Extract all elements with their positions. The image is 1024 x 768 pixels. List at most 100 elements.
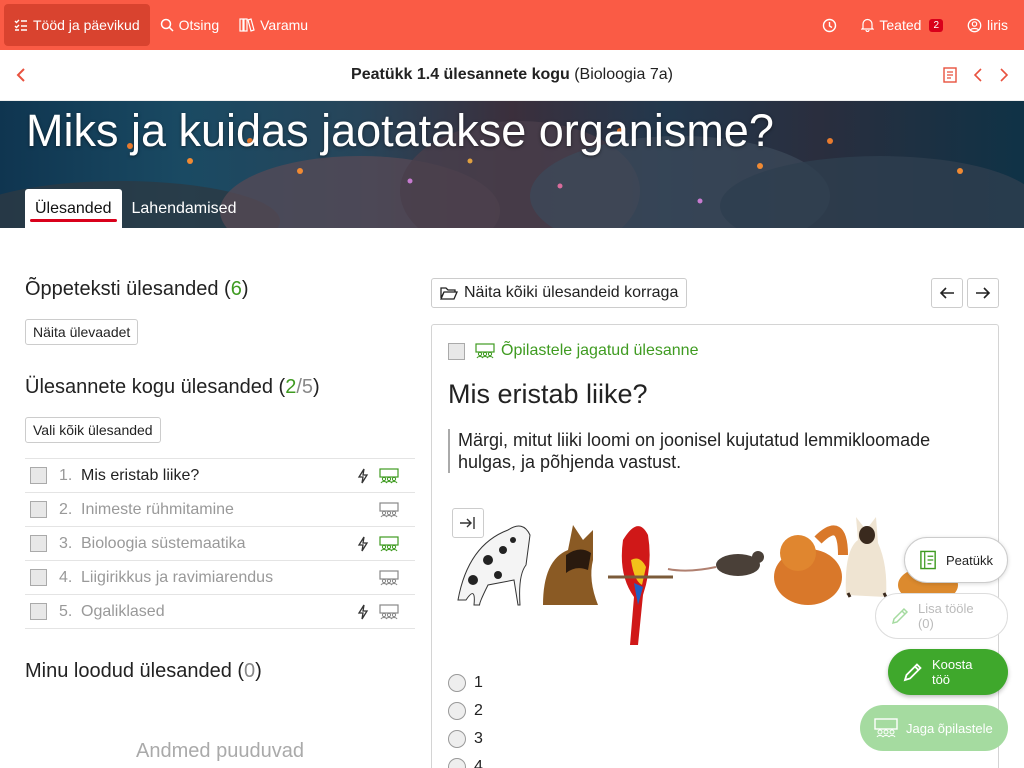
nav-library[interactable]: Varamu	[229, 4, 318, 46]
nav-tasks-label: Tööd ja päevikud	[33, 17, 140, 33]
page-title-rest: (Bioloogia 7a)	[569, 66, 673, 83]
nav-right-group: Teated 2 liris	[812, 0, 1024, 50]
history-button[interactable]	[812, 4, 847, 46]
compose-work-fab[interactable]: Koosta töö	[888, 649, 1008, 695]
answer-radio[interactable]	[448, 730, 466, 748]
collection-tasks-count: 2	[285, 376, 297, 398]
task-label: Ogaliklased	[81, 602, 165, 620]
add-to-work-label: Lisa tööle (0)	[917, 601, 974, 631]
task-checkbox[interactable]	[30, 569, 47, 586]
task-row[interactable]: 4. Liigirikkus ja ravimiarendus	[25, 561, 415, 595]
task-number: 5.	[59, 602, 73, 620]
chapter-fab-label: Peatükk	[946, 552, 993, 568]
answer-option[interactable]: 3	[448, 725, 483, 753]
answer-options: 1 2 3 4	[448, 669, 483, 768]
notifications-badge: 2	[929, 18, 943, 32]
tab-tasks[interactable]: Ülesanded	[25, 189, 122, 228]
siamese-cat-figure	[845, 517, 888, 598]
user-menu[interactable]: liris	[957, 4, 1018, 46]
my-tasks-heading: Minu loodud ülesanded (0)	[25, 660, 262, 683]
add-to-work-fab[interactable]: Lisa tööle (0)	[875, 593, 1008, 639]
share-with-students-fab[interactable]: Jaga õpilastele	[860, 705, 1008, 751]
chapter-banner: Miks ja kuidas jaotatakse organisme? Üle…	[0, 101, 1024, 228]
answer-option[interactable]: 2	[448, 697, 483, 725]
students-icon	[379, 535, 399, 551]
collection-tasks-total: 5	[301, 376, 313, 398]
task-icons	[349, 603, 399, 620]
back-chevron-icon[interactable]	[14, 64, 28, 86]
task-checkbox[interactable]	[30, 603, 47, 620]
answer-option-label: 1	[474, 674, 483, 691]
my-tasks-count: 0	[244, 660, 256, 682]
task-label: Mis eristab liike?	[81, 466, 200, 484]
previous-task-button[interactable]	[931, 278, 963, 308]
chapter-tabs: Ülesanded Lahendamised	[25, 189, 246, 228]
notifications-button[interactable]: Teated 2	[851, 4, 953, 46]
next-task-button[interactable]	[967, 278, 999, 308]
show-all-tasks-button[interactable]: Näita kõiki ülesandeid korraga	[431, 278, 688, 308]
task-list-icon	[14, 18, 28, 32]
textbook-tasks-close: )	[241, 278, 249, 300]
answer-radio[interactable]	[448, 758, 466, 768]
lightning-icon	[357, 536, 369, 551]
textbook-tasks-heading: Õppeteksti ülesanded (6)	[25, 278, 248, 301]
question-text: Märgi, mitut liiki loomi on joonisel kuj…	[448, 429, 958, 473]
share-with-students-label: Jaga õpilastele	[906, 720, 993, 736]
expand-icon	[460, 517, 475, 529]
answer-option[interactable]: 1	[448, 669, 483, 697]
task-number: 4.	[59, 568, 73, 586]
task-number: 1.	[59, 466, 73, 484]
pencil-icon	[903, 663, 922, 682]
select-all-tasks-button[interactable]: Vali kõik ülesanded	[25, 417, 161, 443]
lightning-icon	[357, 468, 369, 483]
task-select-checkbox[interactable]	[448, 342, 465, 360]
task-icons	[349, 569, 399, 586]
next-chevron-icon[interactable]	[998, 64, 1010, 86]
task-row[interactable]: 3. Bioloogia süstemaatika	[25, 527, 415, 561]
task-label: Inimeste rühmitamine	[81, 500, 234, 518]
task-row[interactable]: 5. Ogaliklased	[25, 595, 415, 629]
nav-search[interactable]: Otsing	[150, 4, 229, 46]
tab-solutions[interactable]: Lahendamised	[122, 189, 247, 228]
shared-with-students-row: Õpilastele jagatud ülesanne	[448, 342, 698, 360]
task-row[interactable]: 2. Inimeste rühmitamine	[25, 493, 415, 527]
task-checkbox[interactable]	[30, 535, 47, 552]
expand-image-button[interactable]	[452, 508, 484, 538]
task-list: 1. Mis eristab liike? 2. Inimeste rühmit…	[25, 458, 415, 629]
user-icon	[967, 18, 982, 33]
shepherd-dog-figure	[543, 525, 598, 605]
parrot-figure	[608, 526, 673, 645]
book-icon[interactable]	[942, 64, 958, 86]
arrow-right-icon	[976, 287, 991, 299]
task-checkbox[interactable]	[30, 501, 47, 518]
task-icons	[349, 467, 399, 484]
answer-option-label: 4	[474, 758, 483, 768]
rat-figure	[667, 551, 764, 576]
sub-header: Peatükk 1.4 ülesannete kogu (Bioloogia 7…	[0, 50, 1024, 101]
nav-library-label: Varamu	[260, 17, 309, 33]
task-checkbox[interactable]	[30, 467, 47, 484]
lightning-icon	[357, 604, 369, 619]
show-overview-button[interactable]: Näita ülevaadet	[25, 319, 139, 345]
shared-with-students-label: Õpilastele jagatud ülesanne	[501, 342, 699, 359]
collection-tasks-heading: Ülesannete kogu ülesanded (2/5)	[25, 376, 320, 399]
task-number: 2.	[59, 500, 73, 518]
answer-radio[interactable]	[448, 702, 466, 720]
nav-tasks-and-diaries[interactable]: Tööd ja päevikud	[4, 4, 150, 46]
clock-icon	[822, 18, 837, 33]
students-icon	[379, 603, 399, 619]
task-row[interactable]: 1. Mis eristab liike?	[25, 459, 415, 493]
textbook-tasks-count: 6	[230, 278, 242, 300]
persian-cat-figure	[774, 525, 848, 605]
chapter-fab[interactable]: Peatükk	[904, 537, 1008, 583]
answer-option[interactable]: 4	[448, 753, 483, 768]
previous-chevron-icon[interactable]	[972, 64, 984, 86]
collection-tasks-title: Ülesannete kogu ülesanded (	[25, 376, 286, 398]
answer-radio[interactable]	[448, 674, 466, 692]
answer-option-label: 2	[474, 702, 483, 719]
collection-tasks-close: )	[313, 376, 320, 398]
search-icon	[160, 18, 174, 32]
my-tasks-title: Minu loodud ülesanded (	[25, 660, 245, 682]
page-title-bold: Peatükk 1.4 ülesannete kogu	[351, 66, 570, 83]
show-all-tasks-label: Näita kõiki ülesandeid korraga	[464, 284, 679, 301]
